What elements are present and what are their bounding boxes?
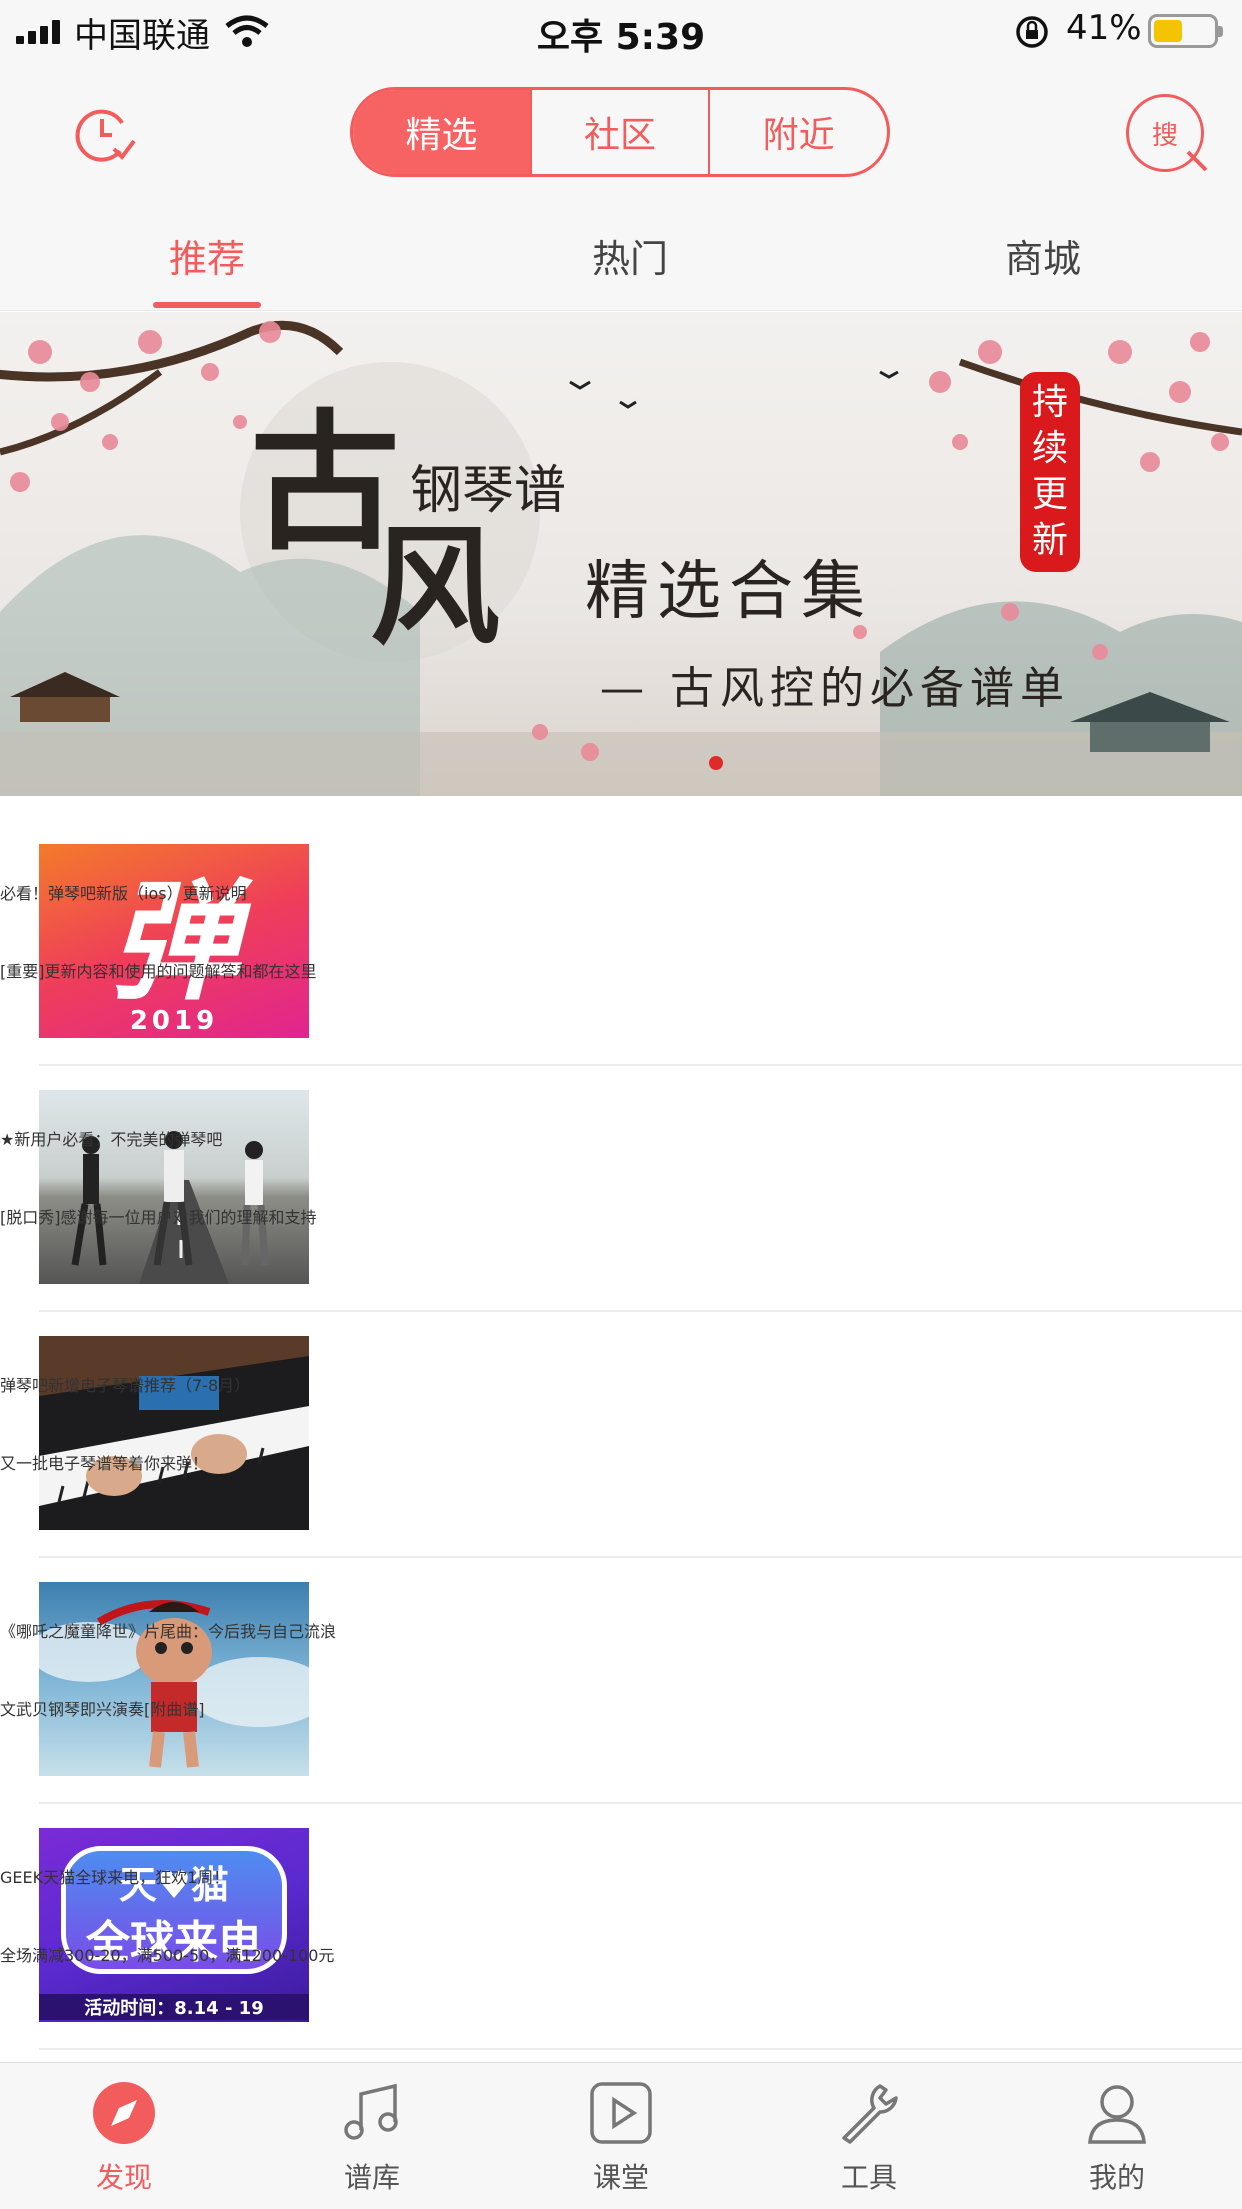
orientation-lock-icon	[1016, 16, 1048, 48]
active-tab-indicator	[153, 302, 261, 308]
article-subtitle: [重要]更新内容和使用的问题解答和都在这里	[0, 962, 317, 981]
segment-nearby[interactable]: 附近	[708, 90, 887, 174]
tab-recommended[interactable]: 推荐	[107, 228, 307, 283]
divider	[39, 2048, 1242, 2050]
article-thumbnail	[39, 1582, 309, 1776]
article-thumbnail: 弹 2019	[39, 844, 309, 1038]
banner-stamp: 持续更新	[1020, 372, 1080, 572]
segment-featured[interactable]: 精选	[353, 90, 530, 174]
article-subtitle: [脱口秀]感谢每一位用户对我们的理解和支持	[0, 1208, 317, 1227]
article-title[interactable]: 《哪吒之魔童降世》片尾曲：今后我与自己流浪	[0, 1618, 336, 1642]
thumb-year: 2019	[129, 1006, 219, 1036]
play-icon	[590, 2082, 652, 2144]
thumb-tmall-dates: 活动时间：8.14 - 19	[39, 1994, 309, 2020]
nav-label: 工具	[840, 2161, 897, 2194]
search-icon	[1186, 150, 1208, 172]
battery-percentage: 41%	[1066, 8, 1142, 48]
article-thumbnail	[39, 1090, 309, 1284]
nav-tools[interactable]: 工具	[799, 2080, 939, 2196]
wrench-icon	[842, 2084, 898, 2144]
nav-label: 发现	[95, 2161, 152, 2194]
compass-icon	[93, 2082, 155, 2144]
banner-stamp-text: 持续更新	[1031, 382, 1068, 561]
nav-label: 谱库	[343, 2161, 400, 2194]
carousel-indicator	[709, 756, 723, 770]
article-title[interactable]: 弹琴吧新增电子琴谱推荐（7-8月）	[0, 1372, 250, 1396]
nav-classroom[interactable]: 课堂	[551, 2080, 691, 2196]
nav-label: 我的	[1088, 2161, 1145, 2194]
tab-mall[interactable]: 商城	[943, 228, 1143, 283]
article-title[interactable]: 必看！弹琴吧新版（ios）更新说明	[0, 880, 247, 904]
banner-tagline: — 古风控的必备谱单	[600, 663, 1070, 714]
status-bar: 中国联通 오후 5:39 41%	[0, 0, 1242, 62]
segment-community[interactable]: 社区	[529, 90, 709, 174]
user-icon	[1088, 2085, 1146, 2144]
thumb-dan-char: 弹	[108, 866, 239, 1018]
battery-icon	[1148, 14, 1223, 48]
article-subtitle: 文武贝钢琴即兴演奏[附曲谱]	[0, 1700, 205, 1719]
tab-popular[interactable]: 热门	[530, 228, 730, 283]
banner-subtitle-piano: 钢琴谱	[410, 461, 567, 521]
banner-carousel[interactable]: 古 风 钢琴谱 精选合集 — 古风控的必备谱单 持续更新	[0, 312, 1242, 796]
nav-label: 课堂	[592, 2161, 649, 2194]
article-title[interactable]: GEEK天猫全球来电，狂欢1周！	[0, 1864, 229, 1888]
article-thumbnail	[39, 1336, 309, 1530]
article-thumbnail: 天♥猫 全球来电 活动时间：8.14 - 19	[39, 1828, 309, 2022]
segmented-control: 精选 社区 附近	[350, 87, 890, 177]
article-subtitle: 又一批电子琴谱等着你来弹！	[0, 1454, 209, 1473]
music-note-icon	[344, 2083, 398, 2140]
banner-subtitle-collection: 精选合集	[585, 555, 873, 629]
nav-discover[interactable]: 发现	[54, 2080, 194, 2196]
clock: 오후 5:39	[536, 17, 706, 58]
article-subtitle: 全场满减300-20，满500-50，满1200-100元	[0, 1946, 335, 1965]
history-icon[interactable]	[74, 103, 138, 165]
search-label: 搜	[1151, 120, 1178, 151]
nav-score-library[interactable]: 谱库	[302, 2080, 442, 2196]
nav-profile[interactable]: 我的	[1047, 2080, 1187, 2196]
article-title[interactable]: ★新用户必看：不完美的弹琴吧	[0, 1126, 222, 1150]
